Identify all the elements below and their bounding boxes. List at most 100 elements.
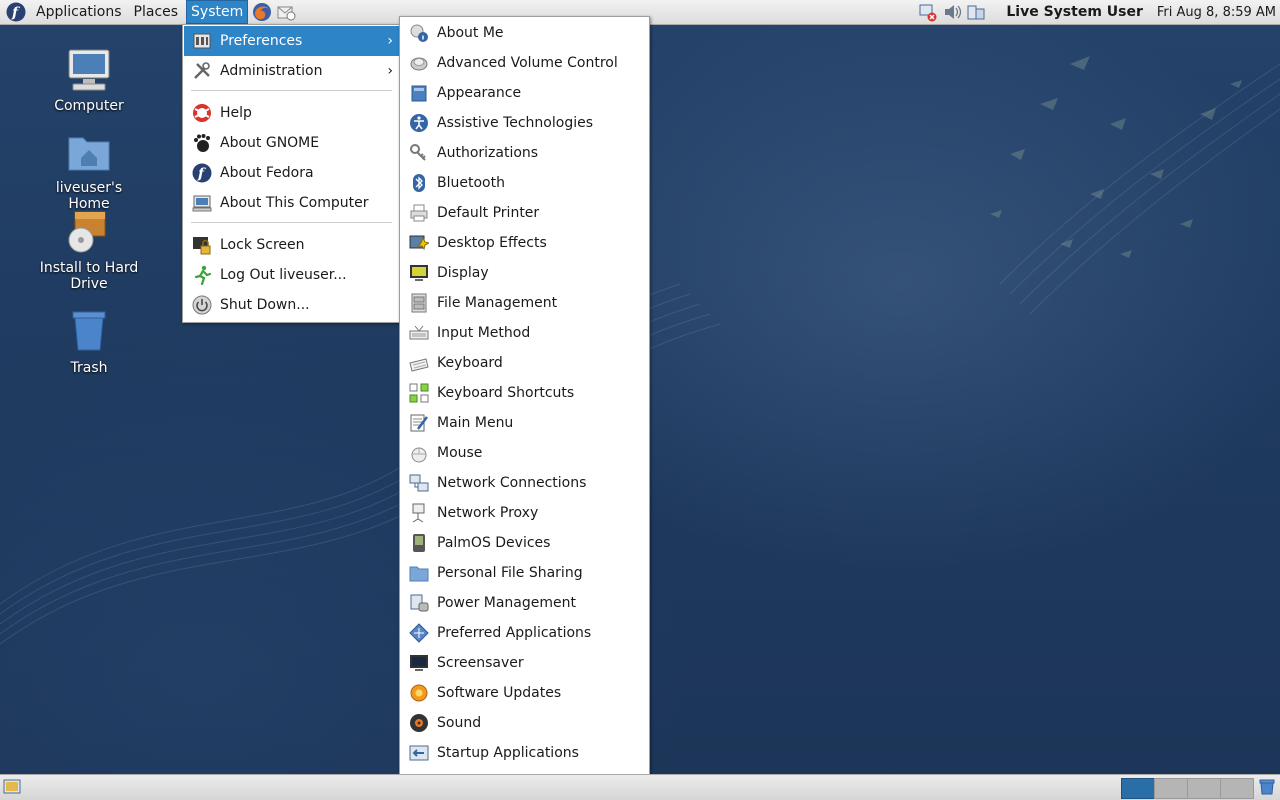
- menu-item-software-updates[interactable]: Software Updates: [401, 678, 648, 708]
- update-notifier-icon[interactable]: [966, 2, 986, 22]
- menu-item-log-out[interactable]: Log Out liveuser...: [184, 260, 399, 290]
- menu-item-label: About Fedora: [220, 165, 314, 181]
- printer-icon: [410, 204, 428, 222]
- preferences-icon: [193, 33, 211, 49]
- menu-item-preferred-applications[interactable]: Preferred Applications: [401, 618, 648, 648]
- menu-item-bluetooth[interactable]: Bluetooth: [401, 168, 648, 198]
- power-management-icon: [410, 594, 429, 612]
- accessibility-icon: [410, 114, 428, 132]
- menu-item-about-gnome[interactable]: About GNOME: [184, 128, 399, 158]
- menu-item-label: Preferred Applications: [437, 625, 592, 641]
- desktop-icon-home[interactable]: liveuser's Home: [34, 128, 144, 212]
- proxy-icon: [412, 503, 425, 523]
- user-name-label[interactable]: Live System User: [1006, 4, 1143, 20]
- menu-item-about-me[interactable]: About Me: [401, 18, 648, 48]
- mail-launcher-icon[interactable]: [276, 2, 296, 22]
- appearance-icon: [411, 85, 427, 102]
- menu-item-display[interactable]: Display: [401, 258, 648, 288]
- menu-item-label: Input Method: [437, 325, 531, 341]
- menu-item-help[interactable]: Help: [184, 98, 399, 128]
- menu-item-assistive-technologies[interactable]: Assistive Technologies: [401, 108, 648, 138]
- places-menu[interactable]: Places: [130, 1, 183, 23]
- computer-icon: [68, 49, 110, 91]
- workspace-4[interactable]: [1220, 778, 1254, 799]
- network-status-icon[interactable]: [918, 2, 938, 22]
- desktop-icon-trash[interactable]: Trash: [34, 308, 144, 376]
- palm-device-icon: [413, 534, 425, 552]
- menu-item-preferences[interactable]: Preferences ›: [184, 26, 399, 56]
- menu-item-advanced-volume-control[interactable]: Advanced Volume Control: [401, 48, 648, 78]
- menu-item-keyboard[interactable]: Keyboard: [401, 348, 648, 378]
- about-me-icon: [410, 24, 428, 42]
- help-icon: [193, 104, 211, 122]
- menu-item-administration[interactable]: Administration ›: [184, 56, 399, 86]
- workspace-3[interactable]: [1187, 778, 1221, 799]
- show-desktop-icon[interactable]: [3, 778, 21, 796]
- menu-item-screensaver[interactable]: Screensaver: [401, 648, 648, 678]
- desktop-icon-install[interactable]: Install to Hard Drive: [34, 208, 144, 292]
- menu-item-network-connections[interactable]: Network Connections: [401, 468, 648, 498]
- menu-item-label: About This Computer: [220, 195, 369, 211]
- menu-item-mouse[interactable]: Mouse: [401, 438, 648, 468]
- menu-item-label: Preferences: [220, 33, 303, 49]
- mouse-icon: [411, 447, 427, 463]
- bluetooth-icon: [413, 174, 425, 192]
- clock[interactable]: Fri Aug 8, 8:59 AM: [1157, 5, 1276, 20]
- menu-item-label: Desktop Effects: [437, 235, 547, 251]
- install-icon: [68, 211, 106, 253]
- trash-applet-icon[interactable]: [1258, 778, 1276, 796]
- menu-item-label: Mouse: [437, 445, 483, 461]
- menu-item-label: Advanced Volume Control: [437, 55, 618, 71]
- menu-item-network-proxy[interactable]: Network Proxy: [401, 498, 648, 528]
- file-sharing-icon: [409, 566, 429, 582]
- menu-item-palmos-devices[interactable]: PalmOS Devices: [401, 528, 648, 558]
- system-menu-dropdown: Preferences › Administration › Help Abou…: [182, 24, 401, 323]
- menu-item-authorizations[interactable]: Authorizations: [401, 138, 648, 168]
- workspace-2[interactable]: [1154, 778, 1188, 799]
- desktop-icon-computer[interactable]: Computer: [34, 46, 144, 114]
- menu-item-desktop-effects[interactable]: Desktop Effects: [401, 228, 648, 258]
- menu-item-default-printer[interactable]: Default Printer: [401, 198, 648, 228]
- gnome-foot-icon: [194, 134, 210, 152]
- applications-menu[interactable]: Applications: [32, 1, 126, 23]
- menu-item-startup-applications[interactable]: Startup Applications: [401, 738, 648, 768]
- keyboard-shortcuts-icon: [409, 383, 429, 403]
- menu-item-label: Network Proxy: [437, 505, 539, 521]
- firefox-launcher-icon[interactable]: [252, 2, 272, 22]
- menu-item-about-this-computer[interactable]: About This Computer: [184, 188, 399, 218]
- menu-item-label: Display: [437, 265, 489, 281]
- menu-item-label: Appearance: [437, 85, 522, 101]
- menu-item-label: About GNOME: [220, 135, 320, 151]
- volume-control-icon: [410, 57, 428, 71]
- menu-item-input-method[interactable]: Input Method: [401, 318, 648, 348]
- computer-icon: [192, 195, 212, 212]
- menu-item-label: Administration: [220, 63, 323, 79]
- volume-icon[interactable]: [942, 2, 962, 22]
- keyboard-icon: [409, 358, 429, 372]
- menu-item-label: Keyboard Shortcuts: [437, 385, 575, 401]
- menu-item-label: Software Updates: [437, 685, 562, 701]
- menu-item-file-management[interactable]: File Management: [401, 288, 648, 318]
- menu-item-about-fedora[interactable]: f About Fedora: [184, 158, 399, 188]
- preferences-submenu: About Me Advanced Volume Control Appeara…: [399, 16, 650, 800]
- lock-icon: [193, 237, 211, 255]
- system-menu[interactable]: System: [186, 0, 249, 24]
- menu-item-sound[interactable]: Sound: [401, 708, 648, 738]
- menu-item-keyboard-shortcuts[interactable]: Keyboard Shortcuts: [401, 378, 648, 408]
- menu-item-label: About Me: [437, 25, 504, 41]
- menu-item-main-menu[interactable]: Main Menu: [401, 408, 648, 438]
- menu-item-power-management[interactable]: Power Management: [401, 588, 648, 618]
- logout-icon: [194, 265, 212, 285]
- menu-item-appearance[interactable]: Appearance: [401, 78, 648, 108]
- menu-item-lock-screen[interactable]: Lock Screen: [184, 230, 399, 260]
- menu-item-shut-down[interactable]: Shut Down...: [184, 290, 399, 320]
- desktop-icon-label: Install to Hard Drive: [39, 260, 139, 292]
- desktop-effects-icon: [409, 235, 429, 251]
- workspace-1[interactable]: [1121, 778, 1155, 799]
- menu-item-label: Sound: [437, 715, 482, 731]
- menu-item-label: Shut Down...: [220, 297, 310, 313]
- fedora-logo-icon[interactable]: f: [6, 2, 26, 22]
- menu-item-label: Screensaver: [437, 655, 524, 671]
- power-icon: [192, 295, 212, 315]
- menu-item-personal-file-sharing[interactable]: Personal File Sharing: [401, 558, 648, 588]
